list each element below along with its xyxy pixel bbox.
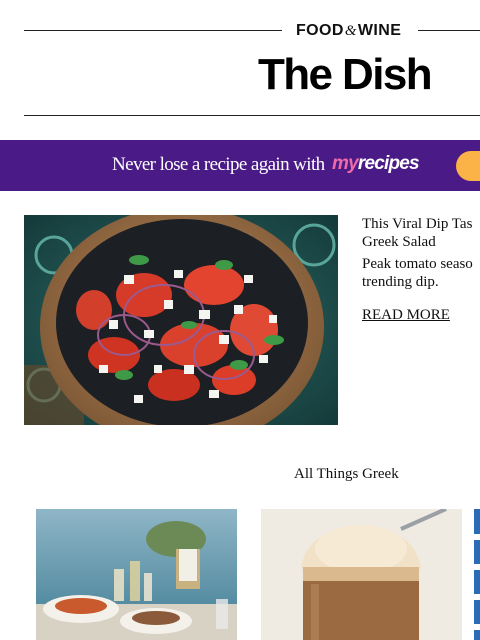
- feature-title-line-1: This Viral Dip Tas: [362, 216, 473, 232]
- blue-stripes-photo[interactable]: [474, 509, 480, 640]
- brand-logo-amp: &: [344, 23, 357, 39]
- banner-text: Never lose a recipe again with: [112, 154, 325, 175]
- blue-stripes-photo-graphic: [474, 509, 480, 640]
- header-rule-bottom: [24, 115, 480, 116]
- iced-frappe-glass-photo[interactable]: [261, 509, 462, 640]
- feature-description: Peak tomato seaso trending dip.: [362, 255, 480, 291]
- feature-title[interactable]: This Viral Dip Tas Greek Salad: [362, 215, 480, 251]
- myrecipes-banner[interactable]: Never lose a recipe again with myrecipes: [0, 140, 480, 191]
- greek-salad-bowl-photo-graphic: [24, 215, 338, 425]
- feature-description-line-2: trending dip.: [362, 274, 439, 290]
- brand-logo[interactable]: FOOD&WINE: [296, 22, 401, 40]
- seaside-table-food-photo-graphic: [36, 509, 237, 640]
- newsletter-title: The Dish: [258, 50, 433, 99]
- brand-logo-food: FOOD: [296, 22, 344, 39]
- greek-salad-bowl-photo[interactable]: [24, 215, 338, 425]
- header-rule-left: [24, 30, 282, 31]
- feature-description-line-1: Peak tomato seaso: [362, 256, 473, 272]
- brand-logo-wine: WINE: [357, 22, 402, 39]
- banner-cta-button[interactable]: [456, 151, 480, 181]
- feature-title-line-2: Greek Salad: [362, 234, 436, 250]
- iced-frappe-glass-photo-graphic: [261, 509, 462, 640]
- myrecipes-logo: myrecipes: [332, 153, 420, 174]
- header-rule-right: [418, 30, 480, 31]
- seaside-table-food-photo[interactable]: [36, 509, 237, 640]
- read-more-link[interactable]: READ MORE: [362, 306, 450, 324]
- section-title: All Things Greek: [294, 466, 399, 482]
